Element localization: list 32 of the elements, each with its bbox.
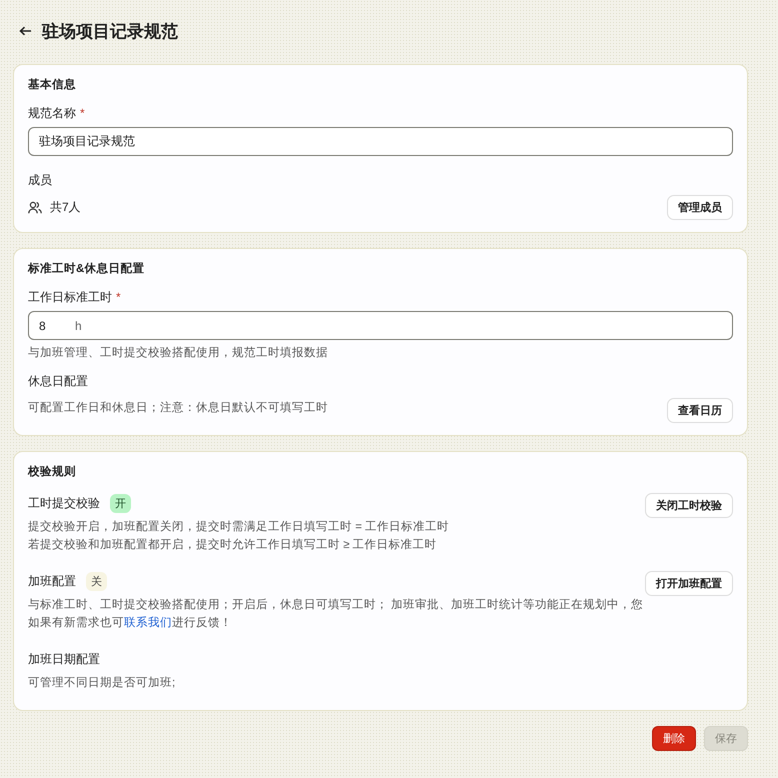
required-mark: * <box>80 106 85 120</box>
status-badge: 关 <box>86 572 107 590</box>
status-badge: 开 <box>110 494 131 512</box>
people-icon <box>28 201 42 214</box>
name-field[interactable]: 驻场项目记录规范 <box>28 127 733 156</box>
rule-description: 与标准工时、工时提交校验搭配使用；开启后，休息日可填写工时； 加班审批、加班工时统计等功能正在规划中，您如果有新需求也可联系我们进行反馈！ <box>28 597 644 631</box>
rule-description: 提交校验开启，加班配置关闭，提交时需满足工作日填写工时 = 工作日标准工时 <box>28 519 450 535</box>
view-calendar-button[interactable]: 查看日历 <box>667 398 733 423</box>
contact-link[interactable]: 联系我们 <box>124 617 172 629</box>
manage-members-button[interactable]: 管理成员 <box>667 195 733 220</box>
back-arrow-icon[interactable] <box>19 26 32 36</box>
rest-day-description: 可配置工作日和休息日；注意：休息日默认不可填写工时 <box>28 400 328 415</box>
page-title: 驻场项目记录规范 <box>42 20 178 42</box>
toggle-rule-button[interactable]: 打开加班配置 <box>645 571 733 596</box>
toggle-rule-button[interactable]: 关闭工时校验 <box>645 493 733 518</box>
delete-button[interactable]: 删除 <box>652 726 696 751</box>
rule-description: 可管理不同日期是否可加班; <box>28 676 176 691</box>
field-hint: 与加班管理、工时提交校验搭配使用，规范工时填报数据 <box>28 345 329 360</box>
rule-label: 工时提交校验 <box>28 494 100 512</box>
section-title: 标准工时&休息日配置 <box>28 261 146 276</box>
rule-description: 若提交校验和加班配置都开启，提交时允许工作日填写工时 ≥ 工作日标准工时 <box>28 537 438 553</box>
section-title: 基本信息 <box>28 77 77 92</box>
field-label: 成员 <box>28 172 53 189</box>
rule-label: 加班日期配置 <box>28 650 100 668</box>
required-mark: * <box>116 290 121 304</box>
field-label: 工作日标准工时 <box>28 290 112 304</box>
unit-label: h <box>75 319 82 333</box>
section-title: 校验规则 <box>28 464 77 479</box>
rule-label: 加班配置 <box>28 572 76 590</box>
member-count: 共7人 <box>50 199 81 216</box>
field-label: 休息日配置 <box>28 373 89 390</box>
field-label: 规范名称 <box>28 106 76 120</box>
